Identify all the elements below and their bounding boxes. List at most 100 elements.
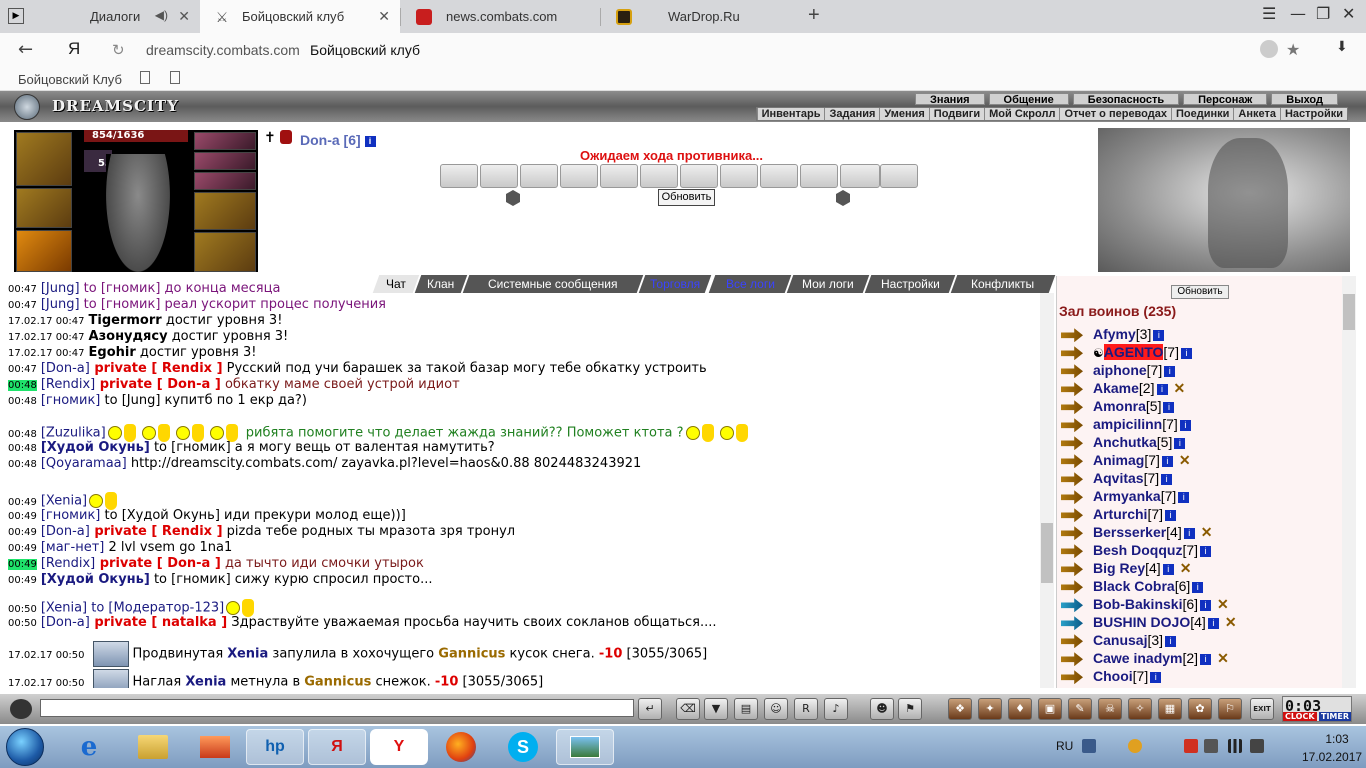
user-name[interactable]: Bersserker	[1093, 524, 1166, 540]
private-arrow-icon[interactable]	[1061, 580, 1083, 595]
minimize-icon[interactable]: —	[1290, 4, 1306, 23]
yandex-icon[interactable]: Я	[308, 729, 366, 765]
app-icon[interactable]	[186, 729, 244, 765]
private-arrow-icon[interactable]	[1061, 472, 1083, 487]
chat-nickname[interactable]: [Qoyaramaa]	[41, 456, 127, 471]
firefox-icon[interactable]	[432, 729, 490, 765]
info-icon[interactable]: i	[1183, 527, 1195, 539]
info-icon[interactable]: i	[1162, 563, 1174, 575]
taskbar-time[interactable]: 1:03	[1312, 732, 1362, 746]
compass-icon[interactable]: ✧	[1128, 698, 1152, 720]
chat-nickname[interactable]: [Rendix]	[41, 377, 95, 392]
sound-icon[interactable]: ♪	[824, 698, 848, 720]
signal-icon[interactable]	[1228, 739, 1242, 753]
person-icon[interactable]: ☺	[764, 698, 788, 720]
start-button[interactable]	[6, 728, 44, 766]
gloves-slot[interactable]	[194, 192, 256, 230]
chat-timestamp[interactable]: 00:47	[8, 364, 37, 375]
translit-icon[interactable]: R	[794, 698, 818, 720]
chat-nickname[interactable]: [гномик]	[41, 393, 101, 408]
info-icon[interactable]: i	[1174, 437, 1186, 449]
info-icon[interactable]: i	[1150, 671, 1162, 683]
user-name[interactable]: Animag	[1093, 452, 1144, 468]
chat-nickname[interactable]: to [Модератор-123]	[87, 601, 224, 616]
scroll-slot[interactable]	[840, 164, 880, 188]
user-row[interactable]: aiphone[7] i	[1061, 362, 1176, 380]
save-icon[interactable]: ▤	[734, 698, 758, 720]
scroll-slot[interactable]	[440, 164, 478, 188]
submenu-my-scroll[interactable]: Мой Скролл	[984, 108, 1059, 120]
new-tab-button[interactable]: +	[808, 4, 820, 27]
update-icon[interactable]	[1128, 739, 1142, 753]
scroll-slot[interactable]	[720, 164, 758, 188]
info-icon[interactable]: i	[1161, 455, 1173, 467]
chat-nickname[interactable]: Xenia	[185, 675, 226, 689]
tab-fight-club[interactable]: ⚔ Бойцовский клуб ✕	[200, 0, 400, 33]
private-arrow-icon[interactable]	[1061, 400, 1083, 415]
user-name[interactable]: Bob-Bakinski	[1093, 596, 1182, 612]
scroll-slot[interactable]	[880, 164, 918, 188]
language-indicator[interactable]: RU	[1056, 739, 1073, 753]
user-name[interactable]: Anchutka	[1093, 434, 1157, 450]
submenu-inventory[interactable]: Инвентарь	[756, 108, 825, 120]
user-name[interactable]: Akame	[1093, 380, 1139, 396]
private-arrow-icon[interactable]	[1061, 328, 1083, 343]
info-icon[interactable]: i	[1192, 581, 1204, 593]
private-arrow-icon[interactable]	[1061, 634, 1083, 649]
url-field[interactable]: ↻ dreamscity.combats.com Бойцовский клуб…	[100, 38, 1312, 64]
private-arrow-icon[interactable]	[1061, 382, 1083, 397]
menu-exit[interactable]: Выход	[1271, 93, 1338, 106]
submenu-transfers-report[interactable]: Отчет о переводах	[1059, 108, 1171, 120]
users-scrollbar[interactable]	[1342, 276, 1356, 688]
info-icon[interactable]: i	[1165, 509, 1177, 521]
private-marker[interactable]: private [ Don-a ]	[95, 377, 221, 392]
helmet-slot[interactable]	[16, 132, 72, 186]
private-arrow-icon[interactable]	[1061, 526, 1083, 541]
chat-nickname[interactable]: [маг-нет]	[41, 540, 105, 555]
menu-communication[interactable]: Общение	[988, 93, 1069, 106]
private-arrow-icon[interactable]	[1061, 598, 1083, 613]
user-row[interactable]: Animag[7] i ✕	[1061, 452, 1191, 470]
info-icon[interactable]: i	[1180, 347, 1192, 359]
hp-app-icon[interactable]: hp	[246, 729, 304, 765]
user-row[interactable]: Besh Doqquz[7] i	[1061, 542, 1212, 560]
user-row[interactable]: Cawe inadym[2] i ✕	[1061, 650, 1229, 668]
info-icon[interactable]: i	[1165, 635, 1177, 647]
user-name[interactable]: Chooi	[1093, 668, 1133, 684]
user-row[interactable]: Akame[2] i ✕	[1061, 380, 1185, 398]
chat-scroll-thumb[interactable]	[1041, 523, 1053, 583]
chat-nickname[interactable]: [Don-a]	[41, 361, 90, 376]
info-icon[interactable]: i	[1200, 545, 1212, 557]
chat-nickname[interactable]: Egohir	[89, 345, 136, 360]
user-row[interactable]: Afymy[3] i	[1061, 326, 1165, 344]
chat-timestamp[interactable]: 00:50	[8, 604, 37, 615]
users-refresh-button[interactable]: Обновить	[1171, 285, 1229, 299]
private-arrow-icon[interactable]	[1061, 508, 1083, 523]
submenu-profile[interactable]: Анкета	[1233, 108, 1280, 120]
weapon-slot[interactable]	[16, 230, 72, 272]
user-name[interactable]: ampicilinn	[1093, 416, 1162, 432]
user-name[interactable]: BUSHIN DOJO	[1093, 614, 1190, 630]
user-row[interactable]: Anchutka[5] i	[1061, 434, 1186, 452]
chat-timestamp[interactable]: 17.02.17 00:50	[8, 678, 85, 689]
tray-icon[interactable]	[1082, 739, 1096, 753]
paw-icon[interactable]: ✿	[1188, 698, 1212, 720]
device-icon[interactable]	[1204, 739, 1218, 753]
info-icon[interactable]: i	[1200, 653, 1212, 665]
private-arrow-icon[interactable]	[1061, 544, 1083, 559]
shield-slot[interactable]	[194, 232, 256, 272]
restore-icon[interactable]: ❐	[1316, 4, 1330, 23]
volume-icon[interactable]	[1250, 739, 1264, 753]
private-arrow-icon[interactable]	[1061, 346, 1083, 361]
chest-icon[interactable]: ▣	[1038, 698, 1062, 720]
info-icon[interactable]: i	[1164, 365, 1176, 377]
chat-nickname[interactable]: [Jung]	[41, 297, 80, 312]
yandex-browser-icon[interactable]: Y	[370, 729, 428, 765]
filter-icon[interactable]: ▼	[704, 698, 728, 720]
chat-timestamp[interactable]: 00:49	[8, 511, 37, 522]
chat-timestamp[interactable]: 00:48	[8, 459, 37, 470]
user-row[interactable]: Canusaj[3] i	[1061, 632, 1177, 650]
user-name[interactable]: Besh Doqquz	[1093, 542, 1182, 558]
ring-slot[interactable]	[194, 172, 256, 190]
bookmark-fight-club[interactable]: Бойцовский Клуб	[18, 72, 122, 87]
